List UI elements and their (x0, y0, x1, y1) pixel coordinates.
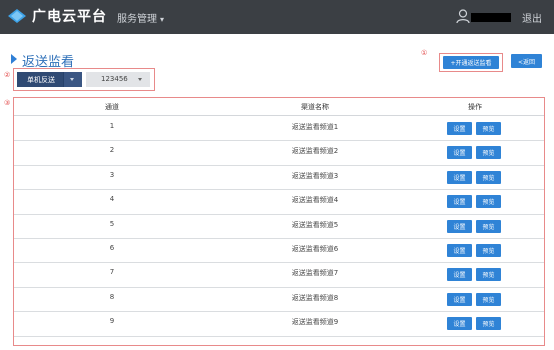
table-row: 8 返送监看频道8 设置 预览 (14, 287, 544, 313)
channel-select-value: 123456 (101, 75, 128, 83)
annotation-marker-table: ③ (4, 99, 11, 107)
settings-button[interactable]: 设置 (447, 292, 472, 306)
table-row: 2 返送监看频道2 设置 预览 (14, 140, 544, 166)
settings-button[interactable]: 设置 (447, 317, 472, 331)
channel-table: 通道 渠道名称 操作 1 返送监看频道1 设置 预览 2 返送监看频道2 设置 … (13, 97, 545, 346)
mode-select-arrow[interactable] (63, 72, 82, 87)
channel-number: 3 (109, 170, 115, 179)
chevron-down-icon (138, 78, 142, 81)
column-header-channel: 通道 (105, 103, 119, 111)
filters-group: 单机反送 123456 (13, 68, 155, 91)
channel-name: 返送监看频道8 (291, 293, 339, 302)
channel-number: 8 (109, 292, 115, 301)
service-management-label: 服务管理 (117, 14, 157, 25)
top-bar: 广电云平台 服务管理 ▾ 退出 (0, 0, 554, 34)
channel-number: 9 (109, 317, 115, 326)
column-header-name: 渠道名称 (301, 103, 329, 111)
preview-button[interactable]: 预览 (476, 244, 501, 257)
settings-button[interactable]: 设置 (447, 268, 472, 282)
preview-button[interactable]: 预览 (476, 170, 501, 184)
preview-button[interactable]: 预览 (476, 122, 501, 135)
chevron-down-icon (70, 78, 74, 81)
channel-number: 4 (109, 195, 115, 204)
preview-button[interactable]: 预览 (476, 292, 501, 306)
settings-button[interactable]: 设置 (447, 219, 472, 233)
table-row: 7 返送监看频道7 设置 预览 (14, 262, 544, 288)
settings-button[interactable]: 设置 (447, 146, 472, 160)
settings-button[interactable]: 设置 (447, 122, 472, 135)
preview-button[interactable]: 预览 (476, 219, 501, 233)
preview-button[interactable]: 预览 (476, 268, 501, 282)
table-row: 1 返送监看频道1 设置 预览 (14, 116, 544, 142)
channel-select[interactable]: 123456 (86, 72, 150, 87)
preview-button[interactable]: 预览 (476, 146, 501, 160)
channel-name: 返送监看频道6 (291, 245, 339, 253)
user-icon[interactable] (456, 9, 470, 24)
channel-name: 返送监看频道5 (291, 220, 339, 229)
channel-name: 返送监看频道2 (291, 147, 339, 156)
preview-button[interactable]: 预览 (476, 317, 501, 331)
username-redacted (471, 13, 511, 22)
channel-number: 6 (109, 244, 115, 252)
add-button-highlight: +开通返送监看 (439, 53, 503, 72)
title-marker-icon (11, 54, 17, 64)
annotation-marker-filters: ② (4, 71, 11, 79)
table-row: 5 返送监看频道5 设置 预览 (14, 214, 544, 239)
table-row: 9 返送监看频道9 设置 预览 (14, 311, 544, 337)
chevron-down-icon: ▾ (160, 15, 165, 24)
logout-link[interactable]: 退出 (522, 10, 542, 25)
table-header: 通道 渠道名称 操作 (14, 98, 544, 116)
channel-name: 返送监看频道7 (291, 269, 339, 278)
settings-button[interactable]: 设置 (447, 170, 472, 184)
channel-number: 5 (109, 219, 115, 228)
app-title: 广电云平台 (32, 9, 107, 25)
settings-button[interactable]: 设置 (447, 244, 472, 257)
preview-button[interactable]: 预览 (476, 195, 501, 209)
table-row: 6 返送监看频道6 设置 预览 (14, 238, 544, 264)
annotation-marker-add: ① (421, 49, 428, 57)
channel-number: 2 (109, 146, 115, 155)
table-row: 4 返送监看频道4 设置 预览 (14, 189, 544, 215)
cloud-logo-icon (8, 9, 26, 23)
table-row: 3 返送监看频道3 设置 预览 (14, 165, 544, 191)
channel-name: 返送监看频道9 (291, 318, 339, 327)
channel-number: 7 (109, 268, 115, 277)
settings-button[interactable]: 设置 (447, 195, 472, 209)
mode-select-value: 单机反送 (27, 76, 55, 84)
channel-name: 返送监看频道1 (291, 123, 339, 131)
add-return-monitor-button[interactable]: +开通返送监看 (443, 56, 499, 69)
column-header-actions: 操作 (468, 103, 482, 111)
channel-name: 返送监看频道3 (291, 171, 339, 180)
service-management-menu[interactable]: 服务管理 ▾ (117, 10, 164, 25)
back-button[interactable]: <返回 (511, 54, 542, 68)
channel-number: 1 (109, 122, 115, 130)
mode-select[interactable]: 单机反送 (17, 72, 82, 87)
channel-name: 返送监看频道4 (291, 196, 339, 205)
